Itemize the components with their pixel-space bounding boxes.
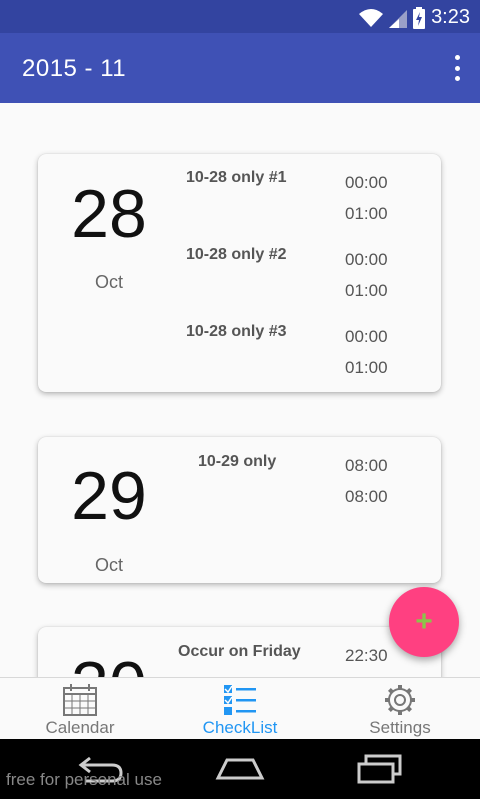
event-start-time: 00:00 (345, 250, 388, 269)
day-month: Oct (94, 555, 123, 575)
event-title[interactable]: 10-28 only #3 (186, 323, 287, 341)
event-start-time: 08:00 (345, 456, 388, 475)
home-icon[interactable] (215, 754, 265, 784)
calendar-icon (63, 684, 97, 716)
checklist-icon (224, 685, 256, 715)
event-title[interactable]: 10-28 only #1 (186, 169, 287, 187)
gear-icon (385, 685, 415, 715)
day-number: 30 (66, 652, 152, 677)
event-start-time: 00:00 (345, 327, 388, 346)
plus-icon: + (415, 605, 433, 638)
day-card-29[interactable]: 29 Oct 10-29 only 08:00 08:00 (38, 437, 441, 583)
day-number: 29 (71, 458, 147, 534)
app-bar: 2015 - 11 (0, 33, 480, 103)
watermark-text: free for personal use (6, 770, 162, 789)
event-start-time: 22:30 (345, 646, 388, 665)
tab-label: CheckList (202, 718, 278, 737)
add-item-button[interactable]: + (389, 587, 459, 657)
tab-calendar[interactable]: Calendar (0, 678, 160, 739)
event-end-time: 01:00 (345, 204, 388, 223)
wifi-icon (359, 8, 384, 27)
event-end-time: 01:00 (345, 358, 388, 377)
tab-label: Settings (369, 718, 431, 737)
tab-label: Calendar (45, 718, 115, 737)
status-icons: 3:23 (359, 6, 470, 29)
day-month: Oct (94, 272, 123, 292)
event-start-time: 00:00 (345, 173, 388, 192)
event-title[interactable]: 10-28 only #2 (186, 246, 287, 264)
status-time: 3:23 (431, 6, 470, 28)
tab-settings[interactable]: Settings (320, 678, 480, 739)
event-end-time: 08:00 (345, 487, 388, 506)
bottom-navigation: Calendar CheckList Settings (0, 677, 480, 739)
event-end-time: 01:00 (345, 281, 388, 300)
day-card-28[interactable]: 28 Oct 10-28 only #1 00:00 01:00 10-28 o… (38, 154, 441, 392)
cell-signal-icon (389, 9, 408, 28)
tab-checklist[interactable]: CheckList (160, 678, 320, 739)
recents-icon[interactable] (356, 754, 404, 784)
status-bar: 3:23 (0, 0, 480, 33)
overflow-menu-icon[interactable] (452, 55, 462, 81)
event-title[interactable]: 10-29 only (198, 453, 276, 471)
day-number: 28 (71, 176, 147, 252)
event-title[interactable]: Occur on Friday (178, 643, 301, 661)
battery-charging-icon (413, 6, 426, 29)
system-navigation-bar (0, 739, 480, 799)
day-card-30[interactable]: 30 Occur on Friday 22:30 (38, 627, 441, 677)
page-title: 2015 - 11 (22, 55, 127, 82)
